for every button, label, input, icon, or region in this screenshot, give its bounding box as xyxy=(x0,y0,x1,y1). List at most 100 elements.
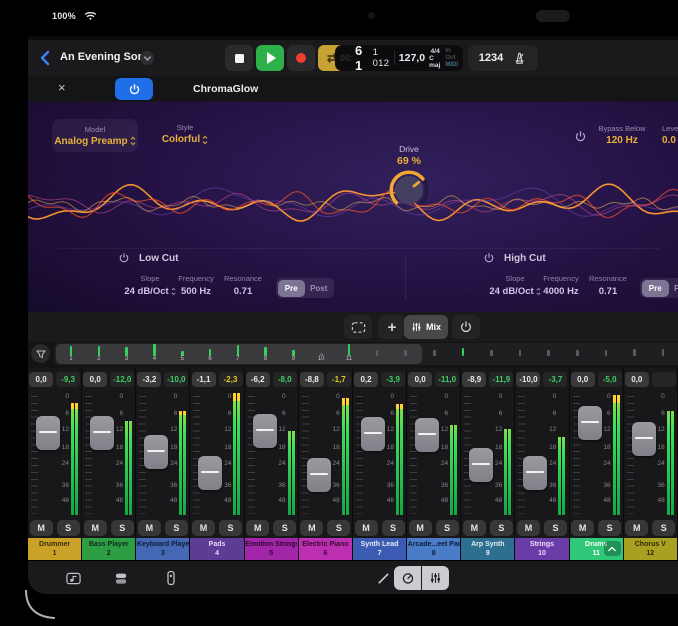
fader-handle[interactable] xyxy=(632,422,656,456)
song-menu-button[interactable] xyxy=(140,51,154,65)
solo-button[interactable]: S xyxy=(57,520,80,536)
fader-handle[interactable] xyxy=(198,456,222,490)
track-filter-button[interactable] xyxy=(31,344,50,363)
mute-button[interactable]: M xyxy=(30,520,53,536)
low-cut-resonance[interactable]: Resonance 0.71 xyxy=(214,274,272,297)
track-name-bar[interactable]: Chorus V12 xyxy=(624,538,677,560)
close-plugin-button[interactable]: × xyxy=(58,80,66,95)
mute-button[interactable]: M xyxy=(571,520,594,536)
mute-button[interactable]: M xyxy=(138,520,161,536)
track-name-bar[interactable]: Drums11 xyxy=(570,538,623,560)
mute-button[interactable]: M xyxy=(409,520,432,536)
solo-button[interactable]: S xyxy=(382,520,405,536)
track-name-bar[interactable]: Arcade...eet Pad8 xyxy=(407,538,460,560)
volume-value[interactable]: 0,0 xyxy=(625,372,649,387)
level-control[interactable]: Level 0.0 xyxy=(662,124,678,146)
solo-button[interactable]: S xyxy=(327,520,350,536)
volume-value[interactable]: 0,0 xyxy=(29,372,53,387)
track-name-bar[interactable]: Emotion Strings5 xyxy=(245,538,298,560)
fader-handle[interactable] xyxy=(415,418,439,452)
volume-value[interactable]: -8,8 xyxy=(300,372,324,387)
loop-browser-icon[interactable] xyxy=(64,569,82,587)
volume-value[interactable]: -1,1 xyxy=(192,372,216,387)
song-title[interactable]: An Evening Song xyxy=(60,51,151,63)
track-name-bar[interactable]: Arp Synth9 xyxy=(461,538,514,560)
track-overview-strip[interactable]: 1234567891011 xyxy=(54,343,678,365)
add-track-button[interactable]: + xyxy=(378,315,406,339)
mute-button[interactable]: M xyxy=(192,520,215,536)
bypass-power-button[interactable] xyxy=(574,130,587,143)
fader-handle[interactable] xyxy=(578,406,602,440)
mute-button[interactable]: M xyxy=(84,520,107,536)
mute-button[interactable]: M xyxy=(355,520,378,536)
solo-button[interactable]: S xyxy=(490,520,513,536)
record-button[interactable] xyxy=(287,45,315,71)
fader-handle[interactable] xyxy=(144,435,168,469)
pre-button[interactable]: Pre xyxy=(642,280,670,297)
drive-knob[interactable] xyxy=(386,167,432,213)
track-name-bar[interactable]: Drummer1 xyxy=(28,538,81,560)
pre-button[interactable]: Pre xyxy=(278,280,306,297)
fader-handle[interactable] xyxy=(307,458,331,492)
solo-button[interactable]: S xyxy=(219,520,242,536)
volume-value[interactable]: -10,0 xyxy=(516,372,540,387)
stop-button[interactable] xyxy=(225,45,253,71)
solo-button[interactable]: S xyxy=(544,520,567,536)
high-cut-power-button[interactable] xyxy=(483,252,495,264)
plugin-tiles-icon[interactable] xyxy=(112,569,130,587)
back-button[interactable] xyxy=(38,48,56,68)
mute-button[interactable]: M xyxy=(300,520,323,536)
volume-value[interactable]: 0,2 xyxy=(354,372,378,387)
marquee-select-button[interactable] xyxy=(344,315,372,339)
solo-button[interactable]: S xyxy=(652,520,675,536)
model-selector[interactable]: Model Analog Preamp xyxy=(52,119,138,152)
lcd-display[interactable]: 00: 6 1 1 012 127,0 4/4 C maj In Out MID… xyxy=(335,45,463,71)
knob-view-button[interactable] xyxy=(394,566,421,590)
track-name-bar[interactable]: Pads4 xyxy=(190,538,243,560)
play-button[interactable] xyxy=(256,45,284,71)
solo-button[interactable]: S xyxy=(165,520,188,536)
low-cut-power-button[interactable] xyxy=(118,252,130,264)
mixer-power-button[interactable] xyxy=(452,315,480,339)
volume-value[interactable]: -3,2 xyxy=(137,372,161,387)
plugin-power-toggle[interactable] xyxy=(115,78,153,100)
fader-handle[interactable] xyxy=(361,417,385,451)
mute-button[interactable]: M xyxy=(246,520,269,536)
track-name-bar[interactable]: Strings10 xyxy=(515,538,568,560)
volume-value[interactable]: 0,0 xyxy=(571,372,595,387)
track-name-bar[interactable]: Keyboard Player3 xyxy=(136,538,189,560)
solo-button[interactable]: S xyxy=(273,520,296,536)
track-name: Arcade...eet Pad xyxy=(408,540,460,549)
volume-value[interactable]: 0,0 xyxy=(408,372,432,387)
fader-handle[interactable] xyxy=(469,448,493,482)
collapse-chevron-button[interactable] xyxy=(604,541,621,556)
solo-button[interactable]: S xyxy=(111,520,134,536)
style-selector[interactable]: Style Colorful xyxy=(150,123,220,145)
post-button[interactable]: Post xyxy=(305,280,333,297)
count-in-button[interactable]: 1234 xyxy=(479,52,503,64)
solo-button[interactable]: S xyxy=(436,520,459,536)
fader-handle[interactable] xyxy=(253,414,277,448)
fader-view-button[interactable] xyxy=(422,566,449,590)
controller-icon[interactable] xyxy=(162,569,180,587)
fader-handle[interactable] xyxy=(523,456,547,490)
level-meter-peak-tip xyxy=(71,403,78,409)
fader-handle[interactable] xyxy=(90,416,114,450)
track-name-bar[interactable]: Bass Player2 xyxy=(82,538,135,560)
bypass-below-control[interactable]: Bypass Below 120 Hz xyxy=(594,124,650,146)
volume-value[interactable]: -6,2 xyxy=(246,372,270,387)
high-cut-resonance[interactable]: Resonance 0.71 xyxy=(579,274,637,297)
volume-value[interactable]: 0,0 xyxy=(83,372,107,387)
mute-button[interactable]: M xyxy=(625,520,648,536)
post-button[interactable]: Post xyxy=(669,280,678,297)
solo-button[interactable]: S xyxy=(598,520,621,536)
mute-button[interactable]: M xyxy=(517,520,540,536)
mute-button[interactable]: M xyxy=(463,520,486,536)
track-name-bar[interactable]: Synth Lead7 xyxy=(353,538,406,560)
track-name-bar[interactable]: Electric Piano6 xyxy=(299,538,352,560)
mix-view-button[interactable]: Mix xyxy=(404,315,448,339)
fader-handle[interactable] xyxy=(36,416,60,450)
volume-value[interactable]: -8,9 xyxy=(462,372,486,387)
pencil-icon[interactable] xyxy=(374,569,392,587)
metronome-button[interactable] xyxy=(512,51,527,66)
